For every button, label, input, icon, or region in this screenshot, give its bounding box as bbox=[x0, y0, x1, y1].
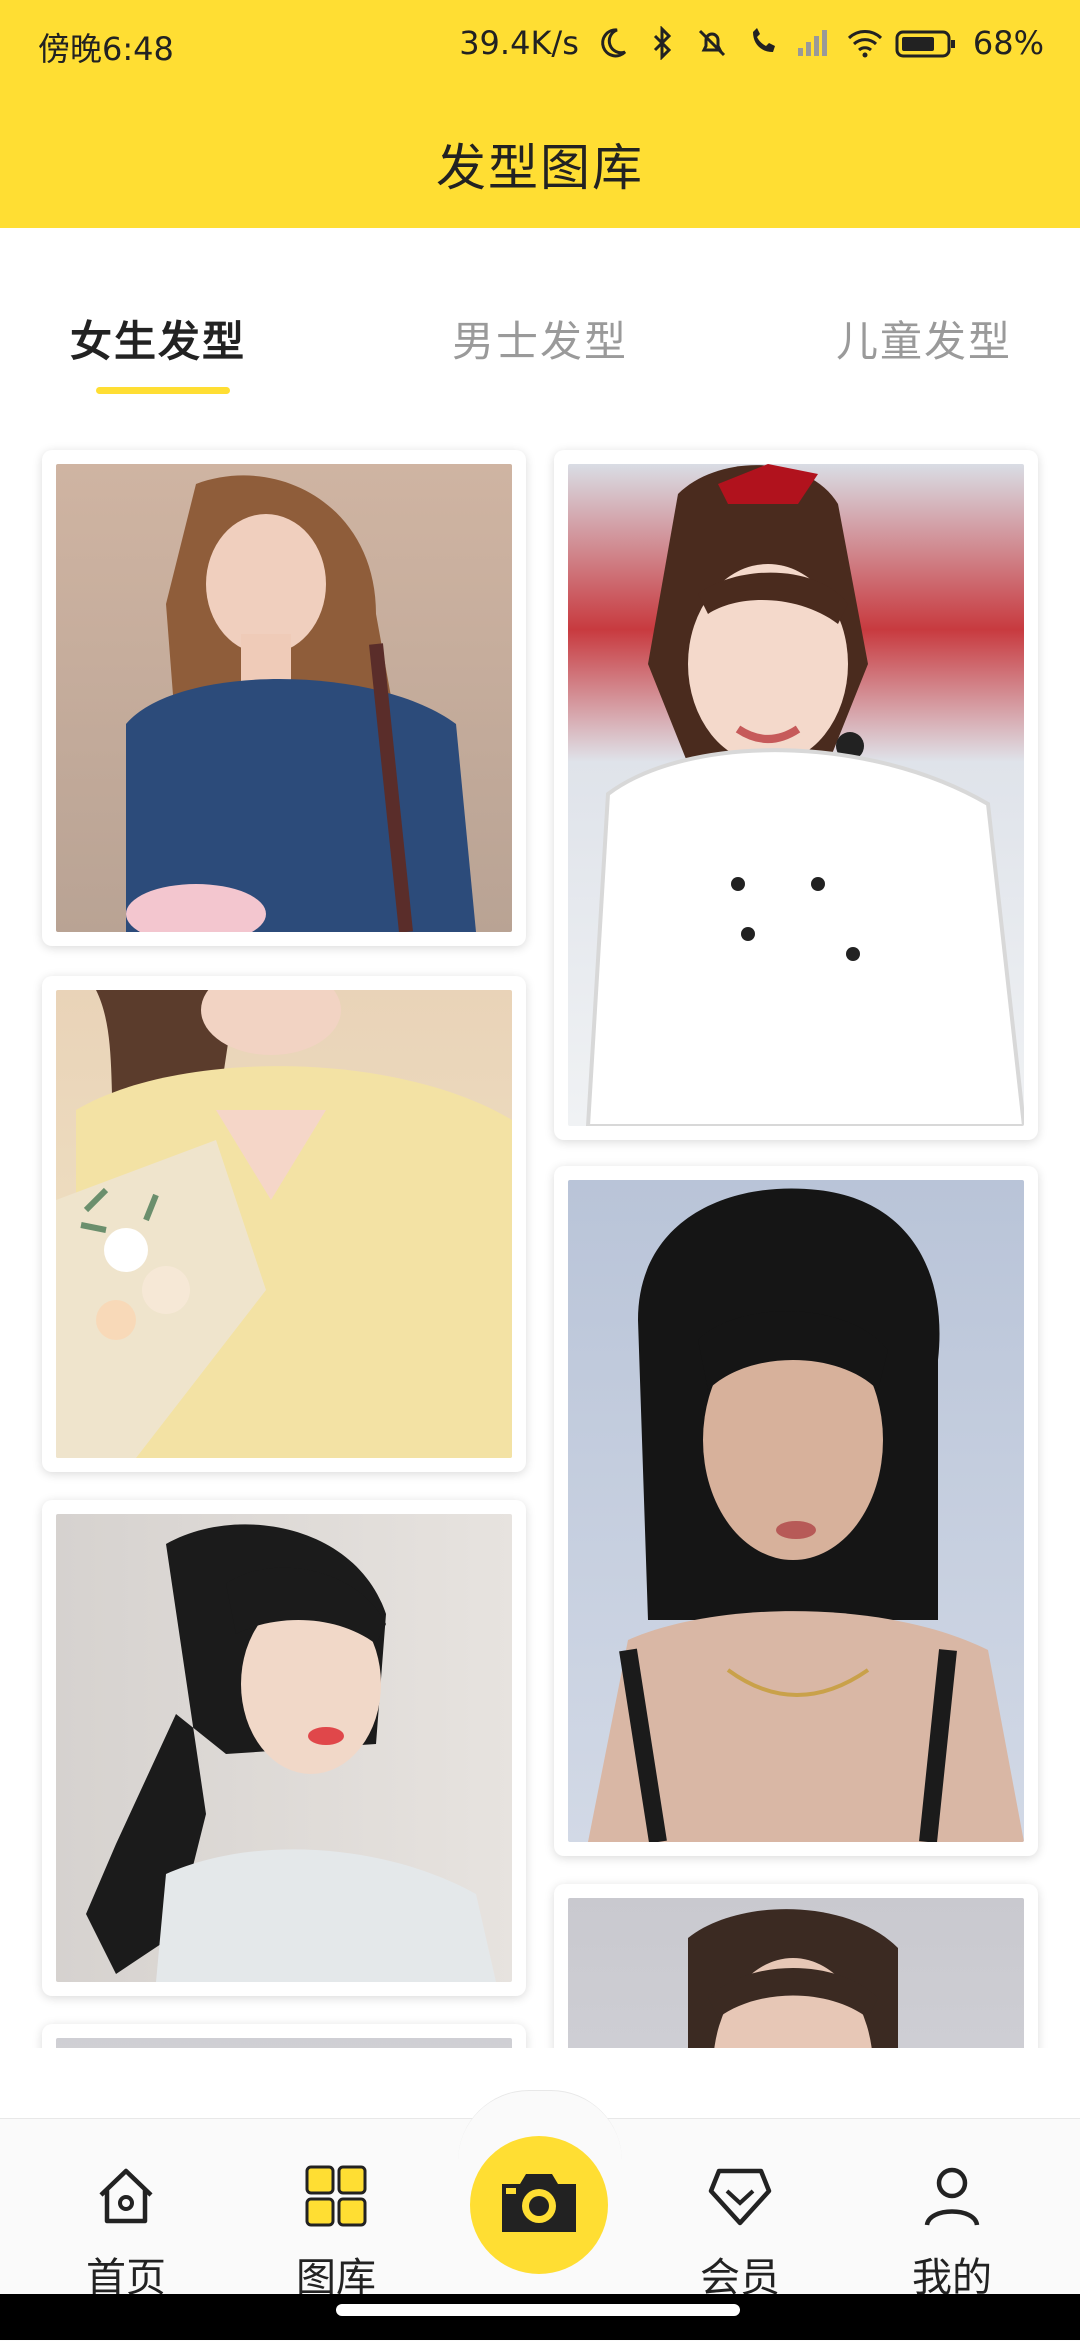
signal-icon bbox=[795, 26, 829, 60]
bell-muted-icon bbox=[695, 26, 729, 60]
gallery-card[interactable] bbox=[554, 1166, 1038, 1856]
battery-icon bbox=[895, 26, 957, 60]
nav-gallery[interactable]: 图库 bbox=[246, 2119, 426, 2301]
category-tabs: 女生发型 男士发型 儿童发型 bbox=[0, 228, 1080, 408]
hairstyle-photo bbox=[56, 990, 512, 1458]
active-tab-indicator bbox=[96, 387, 230, 394]
nav-home[interactable]: 首页 bbox=[36, 2119, 216, 2301]
hairstyle-photo bbox=[568, 1180, 1024, 1842]
grid-icon bbox=[303, 2163, 369, 2233]
tab-female-hairstyles[interactable]: 女生发型 bbox=[70, 308, 246, 369]
vip-diamond-icon bbox=[707, 2163, 773, 2233]
call-icon bbox=[745, 26, 779, 60]
status-time: 傍晚6:48 bbox=[38, 30, 174, 68]
camera-button[interactable] bbox=[470, 2136, 608, 2274]
home-indicator[interactable] bbox=[336, 2304, 740, 2316]
user-icon bbox=[919, 2163, 985, 2233]
gallery-card[interactable] bbox=[42, 450, 526, 946]
nav-profile[interactable]: 我的 bbox=[862, 2119, 1042, 2301]
moon-icon bbox=[595, 26, 629, 60]
hairstyle-photo bbox=[568, 464, 1024, 1126]
camera-icon bbox=[496, 2168, 582, 2242]
wifi-icon bbox=[845, 26, 882, 60]
gallery-card[interactable] bbox=[554, 450, 1038, 1140]
battery-percent: 68% bbox=[972, 24, 1044, 62]
gallery-card[interactable] bbox=[42, 976, 526, 1472]
bluetooth-icon bbox=[645, 25, 679, 61]
home-icon bbox=[93, 2163, 159, 2233]
status-bar: 傍晚6:48 39.4K/s 68% bbox=[0, 0, 1080, 92]
hairstyle-gallery[interactable] bbox=[0, 408, 1080, 2048]
hairstyle-photo bbox=[56, 1514, 512, 1982]
nav-vip[interactable]: 会员 bbox=[650, 2119, 830, 2301]
page-title: 发型图库 bbox=[436, 139, 644, 197]
gallery-card[interactable] bbox=[42, 1500, 526, 1996]
hairstyle-photo bbox=[56, 464, 512, 932]
tab-male-hairstyles[interactable]: 男士发型 bbox=[452, 308, 628, 369]
status-icons: 39.4K/s 68% bbox=[459, 24, 1044, 62]
network-speed: 39.4K/s bbox=[459, 24, 579, 62]
hairstyle-photo bbox=[56, 2038, 512, 2048]
gallery-card[interactable] bbox=[42, 2024, 526, 2048]
tab-children-hairstyles[interactable]: 儿童发型 bbox=[836, 308, 1012, 369]
hairstyle-photo bbox=[568, 1898, 1024, 2048]
top-header: 傍晚6:48 39.4K/s 68% 发型图库 bbox=[0, 0, 1080, 228]
gallery-card[interactable] bbox=[554, 1884, 1038, 2048]
system-gesture-bar bbox=[0, 2294, 1080, 2340]
